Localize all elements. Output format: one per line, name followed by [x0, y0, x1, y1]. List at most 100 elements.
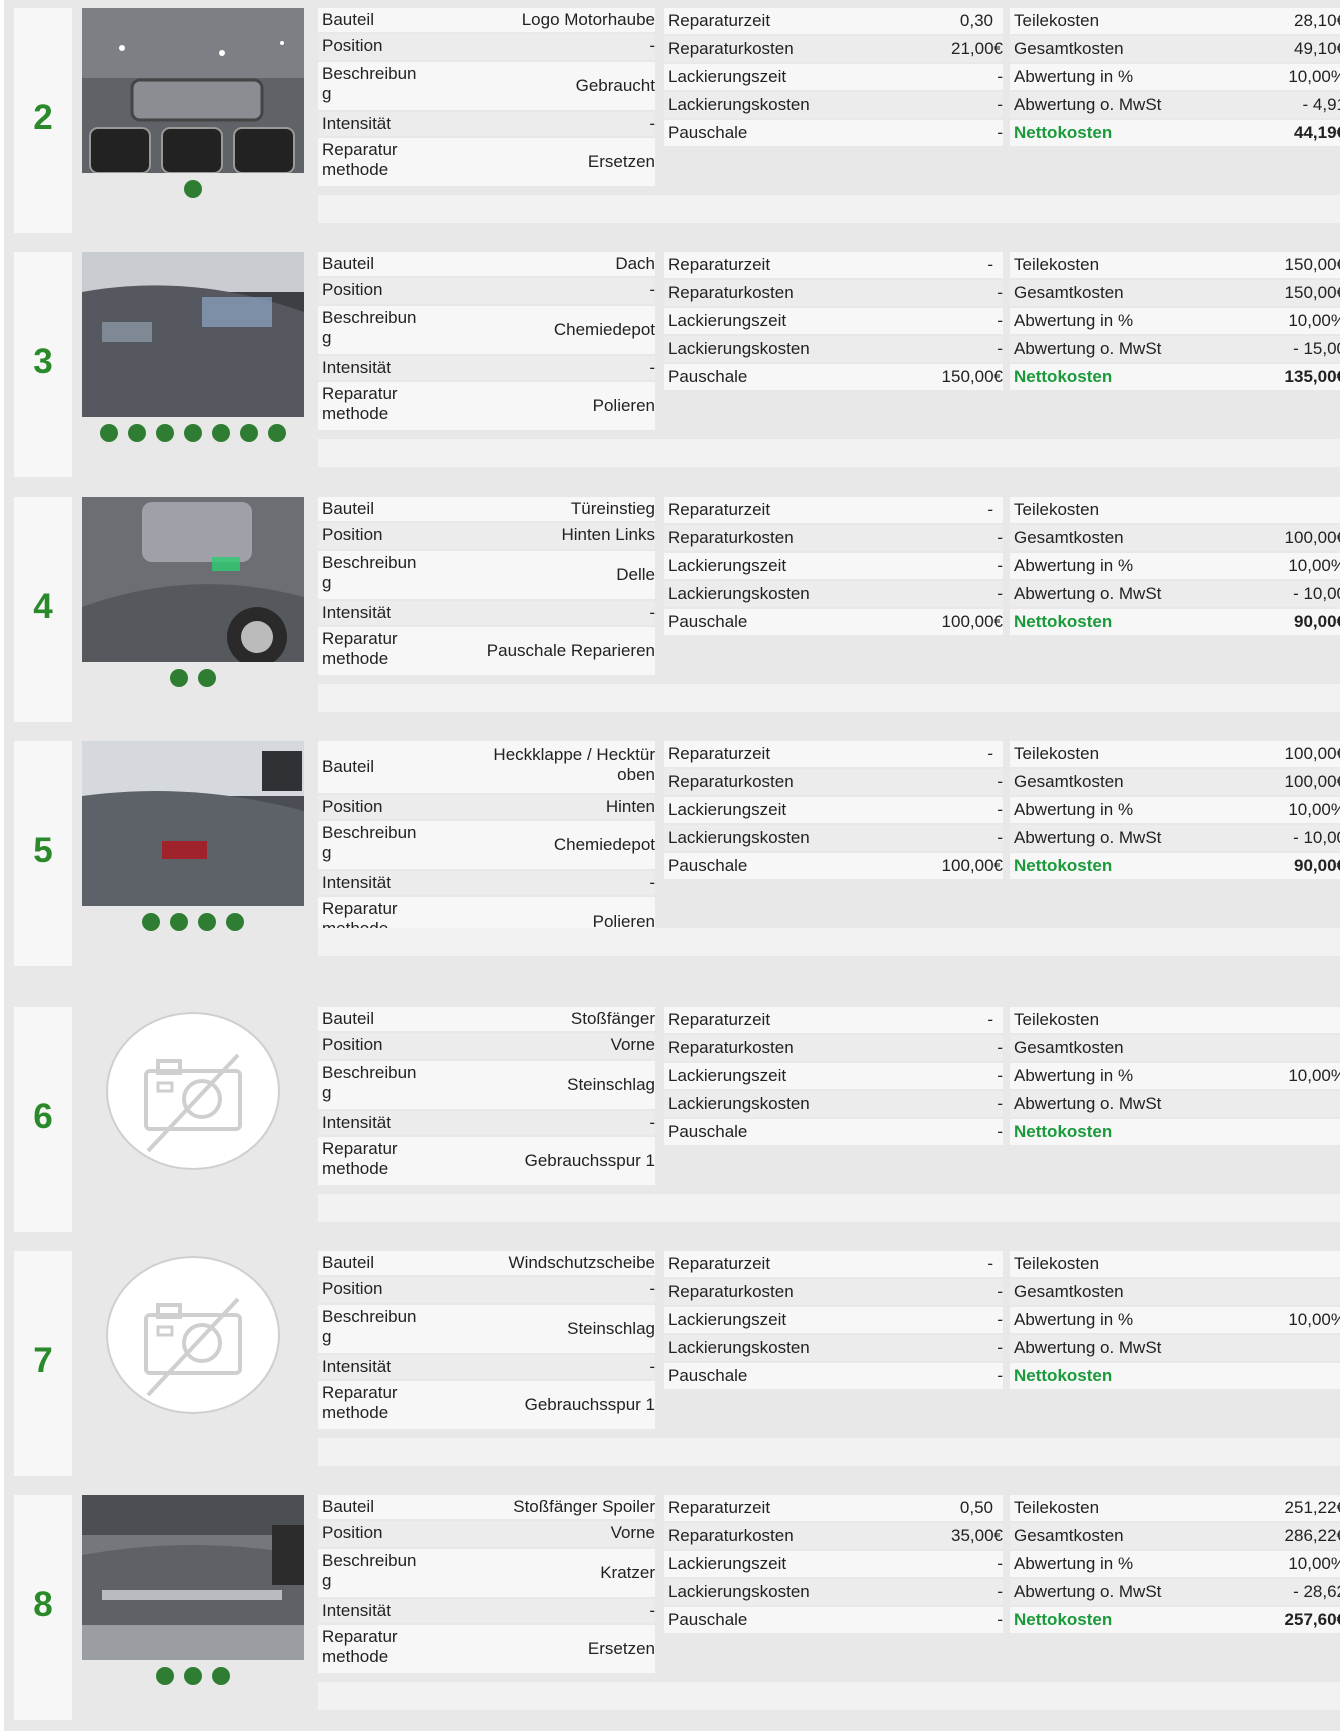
label-abwertung_mwst: Abwertung o. MwSt [1014, 339, 1162, 358]
value-reparaturzeit: - [987, 1254, 993, 1273]
value-lackierungszeit: - [997, 556, 1003, 575]
label-reparaturkosten: Reparaturkosten [668, 1282, 794, 1301]
label-beschreibung-line1: Beschreibun [322, 1063, 417, 1082]
photo-pagination-dots [82, 424, 304, 442]
damage-row: 8 Bauteil Stoßfänger Spoiler Position Vorne… [14, 1495, 1340, 1720]
cost-row-lackierungszeit: Lackierungszeit - [664, 553, 1003, 579]
row-note-bar [318, 1438, 1340, 1466]
repair-costs-table: Reparaturzeit - Reparaturkosten - Lackierung… [664, 1007, 1003, 1147]
total-row-gesamtkosten: Gesamtkosten 286,22€ [1010, 1523, 1340, 1549]
value-position: Hinten Links [561, 525, 655, 544]
value-lackierungskosten: - [997, 339, 1003, 358]
label-gesamtkosten: Gesamtkosten [1014, 1038, 1124, 1057]
cost-row-lackierungskosten: Lackierungskosten - [664, 92, 1003, 118]
value-reparaturkosten: - [997, 1038, 1003, 1057]
damage-photo[interactable] [82, 1495, 304, 1660]
pagination-dot[interactable] [184, 1667, 202, 1685]
damage-photo[interactable] [82, 252, 304, 417]
pagination-dot[interactable] [156, 1667, 174, 1685]
pagination-dot[interactable] [184, 180, 202, 198]
label-abwertung_mwst: Abwertung o. MwSt [1014, 95, 1162, 114]
pagination-dot[interactable] [198, 669, 216, 687]
value-bauteil: Dach [615, 254, 655, 273]
pagination-dot[interactable] [184, 424, 202, 442]
label-beschreibung-line2: g [322, 1083, 332, 1102]
label-gesamtkosten: Gesamtkosten [1014, 1282, 1124, 1301]
cost-row-reparaturzeit: Reparaturzeit - [664, 741, 1003, 767]
detail-row-beschreibung: Beschreibun g Chemiedepot [318, 821, 655, 869]
cost-row-reparaturkosten: Reparaturkosten - [664, 525, 1003, 551]
row-number-cell: 5 [14, 741, 72, 966]
detail-row-bauteil: Bauteil Stoßfänger [318, 1007, 655, 1031]
value-teilekosten: 28,10€ [1294, 11, 1340, 30]
part-details-table: Bauteil Stoßfänger Spoiler Position Vorne Be… [318, 1495, 655, 1675]
value-reparaturkosten: 35,00€ [951, 1526, 1003, 1545]
value-methode: Polieren [592, 396, 655, 415]
total-row-gesamtkosten: Gesamtkosten 100,00€ [1010, 769, 1340, 795]
row-number-cell: 4 [14, 497, 72, 722]
label-nettokosten: Nettokosten [1014, 1122, 1113, 1141]
value-reparaturzeit: - [987, 1010, 993, 1029]
label-bauteil: Bauteil [322, 757, 374, 776]
label-beschreibung-line2: g [322, 1327, 332, 1346]
row-note-bar [318, 928, 1340, 956]
label-teilekosten: Teilekosten [1014, 1498, 1100, 1517]
label-gesamtkosten: Gesamtkosten [1014, 283, 1124, 302]
pagination-dot[interactable] [170, 913, 188, 931]
label-beschreibung-line2: g [322, 843, 332, 862]
label-reparaturzeit: Reparaturzeit [668, 1254, 771, 1273]
cost-row-reparaturzeit: Reparaturzeit - [664, 252, 1003, 278]
pagination-dot[interactable] [198, 913, 216, 931]
value-abwertung_mwst: - 4,91 [1302, 95, 1340, 114]
pagination-dot[interactable] [142, 913, 160, 931]
total-row-abwertung_mwst: Abwertung o. MwSt- [1010, 1091, 1340, 1117]
row-number-cell: 7 [14, 1251, 72, 1476]
value-pauschale: - [997, 1122, 1003, 1141]
photo-pagination-dots [82, 913, 304, 931]
detail-row-methode: Reparatur methode Pauschale Reparieren [318, 627, 655, 675]
part-details-table: Bauteil Windschutzscheibe Position - Beschre… [318, 1251, 655, 1431]
value-abwertung_prozent: 10,00% [1288, 556, 1340, 575]
value-beschreibung: Chemiedepot [553, 320, 655, 339]
detail-row-methode: Reparatur methode Gebrauchsspur 1 [318, 1137, 655, 1185]
pagination-dot[interactable] [100, 424, 118, 442]
pagination-dot[interactable] [128, 424, 146, 442]
damage-photo[interactable] [82, 741, 304, 906]
pagination-dot[interactable] [170, 669, 188, 687]
value-intensitaet: - [649, 358, 655, 377]
row-note-bar [318, 1194, 1340, 1222]
label-methode-line1: Reparatur [322, 1139, 398, 1158]
value-gesamtkosten: 150,00€ [1284, 283, 1340, 302]
row-number-cell: 6 [14, 1007, 72, 1232]
total-row-gesamtkosten: Gesamtkosten 100,00€ [1010, 525, 1340, 551]
label-abwertung_prozent: Abwertung in % [1014, 800, 1134, 819]
value-intensitaet: - [649, 114, 655, 133]
cost-row-lackierungszeit: Lackierungszeit - [664, 1063, 1003, 1089]
pagination-dot[interactable] [268, 424, 286, 442]
cost-row-reparaturkosten: Reparaturkosten - [664, 769, 1003, 795]
total-row-teilekosten: Teilekosten 150,00€ [1010, 252, 1340, 278]
value-abwertung_prozent: 10,00% [1288, 67, 1340, 86]
row-number: 6 [33, 1097, 53, 1136]
label-lackierungskosten: Lackierungskosten [668, 1582, 810, 1601]
value-pauschale: - [997, 1366, 1003, 1385]
pagination-dot[interactable] [156, 424, 174, 442]
value-nettokosten: 257,60€ [1284, 1610, 1340, 1629]
value-lackierungskosten: - [997, 1582, 1003, 1601]
damage-photo[interactable] [82, 8, 304, 173]
total-row-abwertung_prozent: Abwertung in % 10,00% [1010, 1063, 1340, 1089]
pagination-dot[interactable] [212, 1667, 230, 1685]
label-bauteil: Bauteil [322, 10, 374, 29]
value-beschreibung: Kratzer [600, 1563, 655, 1582]
total-row-nettokosten: Nettokosten- [1010, 1363, 1340, 1389]
cost-row-reparaturkosten: Reparaturkosten - [664, 1279, 1003, 1305]
pagination-dot[interactable] [226, 913, 244, 931]
pagination-dot[interactable] [212, 424, 230, 442]
label-bauteil: Bauteil [322, 1009, 374, 1028]
detail-row-bauteil: Bauteil Logo Motorhaube [318, 8, 655, 32]
label-reparaturzeit: Reparaturzeit [668, 11, 771, 30]
value-position: Vorne [610, 1523, 655, 1542]
pagination-dot[interactable] [240, 424, 258, 442]
label-abwertung_mwst: Abwertung o. MwSt [1014, 828, 1162, 847]
damage-photo[interactable] [82, 497, 304, 662]
